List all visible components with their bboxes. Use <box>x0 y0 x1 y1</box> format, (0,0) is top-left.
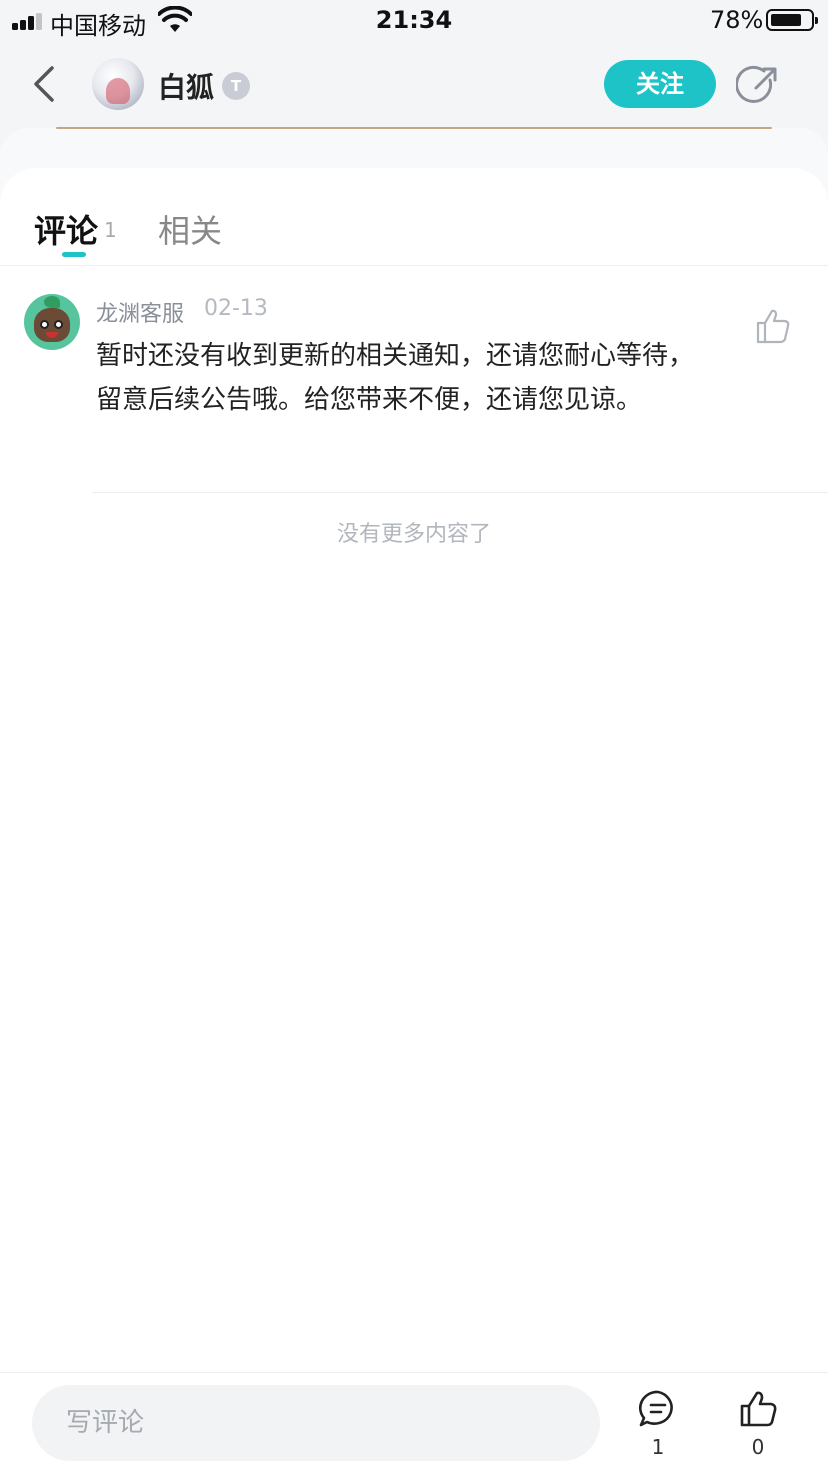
comments-panel: 评论 1 相关 龙渊客服 02-13 暂时还没有收到更新的相关通知，还请您耐心等… <box>0 168 828 1472</box>
user-avatar[interactable] <box>92 58 144 110</box>
tab-bar: 评论 1 相关 <box>0 168 828 266</box>
comment-count: 1 <box>651 1435 665 1459</box>
share-icon[interactable] <box>736 64 780 108</box>
status-bar: 中国移动 21:34 78% <box>0 0 828 44</box>
tab-comments[interactable]: 评论 <box>34 206 98 252</box>
battery-percent: 78% <box>710 6 764 34</box>
top-nav: 白狐 T 关注 <box>0 44 828 128</box>
username[interactable]: 白狐 <box>158 66 214 106</box>
thumbs-up-icon <box>740 1391 777 1427</box>
comment-item: 龙渊客服 02-13 暂时还没有收到更新的相关通知，还请您耐心等待，留意后续公告… <box>0 266 828 494</box>
comment-input[interactable] <box>32 1385 600 1461</box>
battery-icon <box>766 9 818 31</box>
thumbs-up-icon[interactable] <box>752 306 792 346</box>
end-of-list-text: 没有更多内容了 <box>336 522 491 547</box>
like-count-button[interactable]: 0 <box>730 1389 786 1465</box>
clock: 21:34 <box>375 6 453 34</box>
comment-divider <box>92 492 828 493</box>
back-icon[interactable] <box>28 60 64 108</box>
follow-button[interactable]: 关注 <box>604 60 716 108</box>
battery-fill <box>771 14 801 26</box>
comment-author[interactable]: 龙渊客服 <box>96 296 184 328</box>
tab-active-indicator <box>62 252 86 257</box>
comment-count-button[interactable]: 1 <box>630 1389 686 1465</box>
bottom-bar: 1 0 <box>0 1372 828 1472</box>
commenter-avatar[interactable] <box>24 294 80 350</box>
comment-bubble-icon <box>639 1390 673 1427</box>
content-divider <box>56 127 772 129</box>
comment-date: 02-13 <box>204 296 268 321</box>
tab-related[interactable]: 相关 <box>158 206 222 252</box>
like-count: 0 <box>751 1435 765 1459</box>
tab-comments-count: 1 <box>104 218 117 242</box>
level-badge: T <box>222 72 250 100</box>
comment-text: 暂时还没有收到更新的相关通知，还请您耐心等待，留意后续公告哦。给您带来不便，还请… <box>96 341 695 415</box>
